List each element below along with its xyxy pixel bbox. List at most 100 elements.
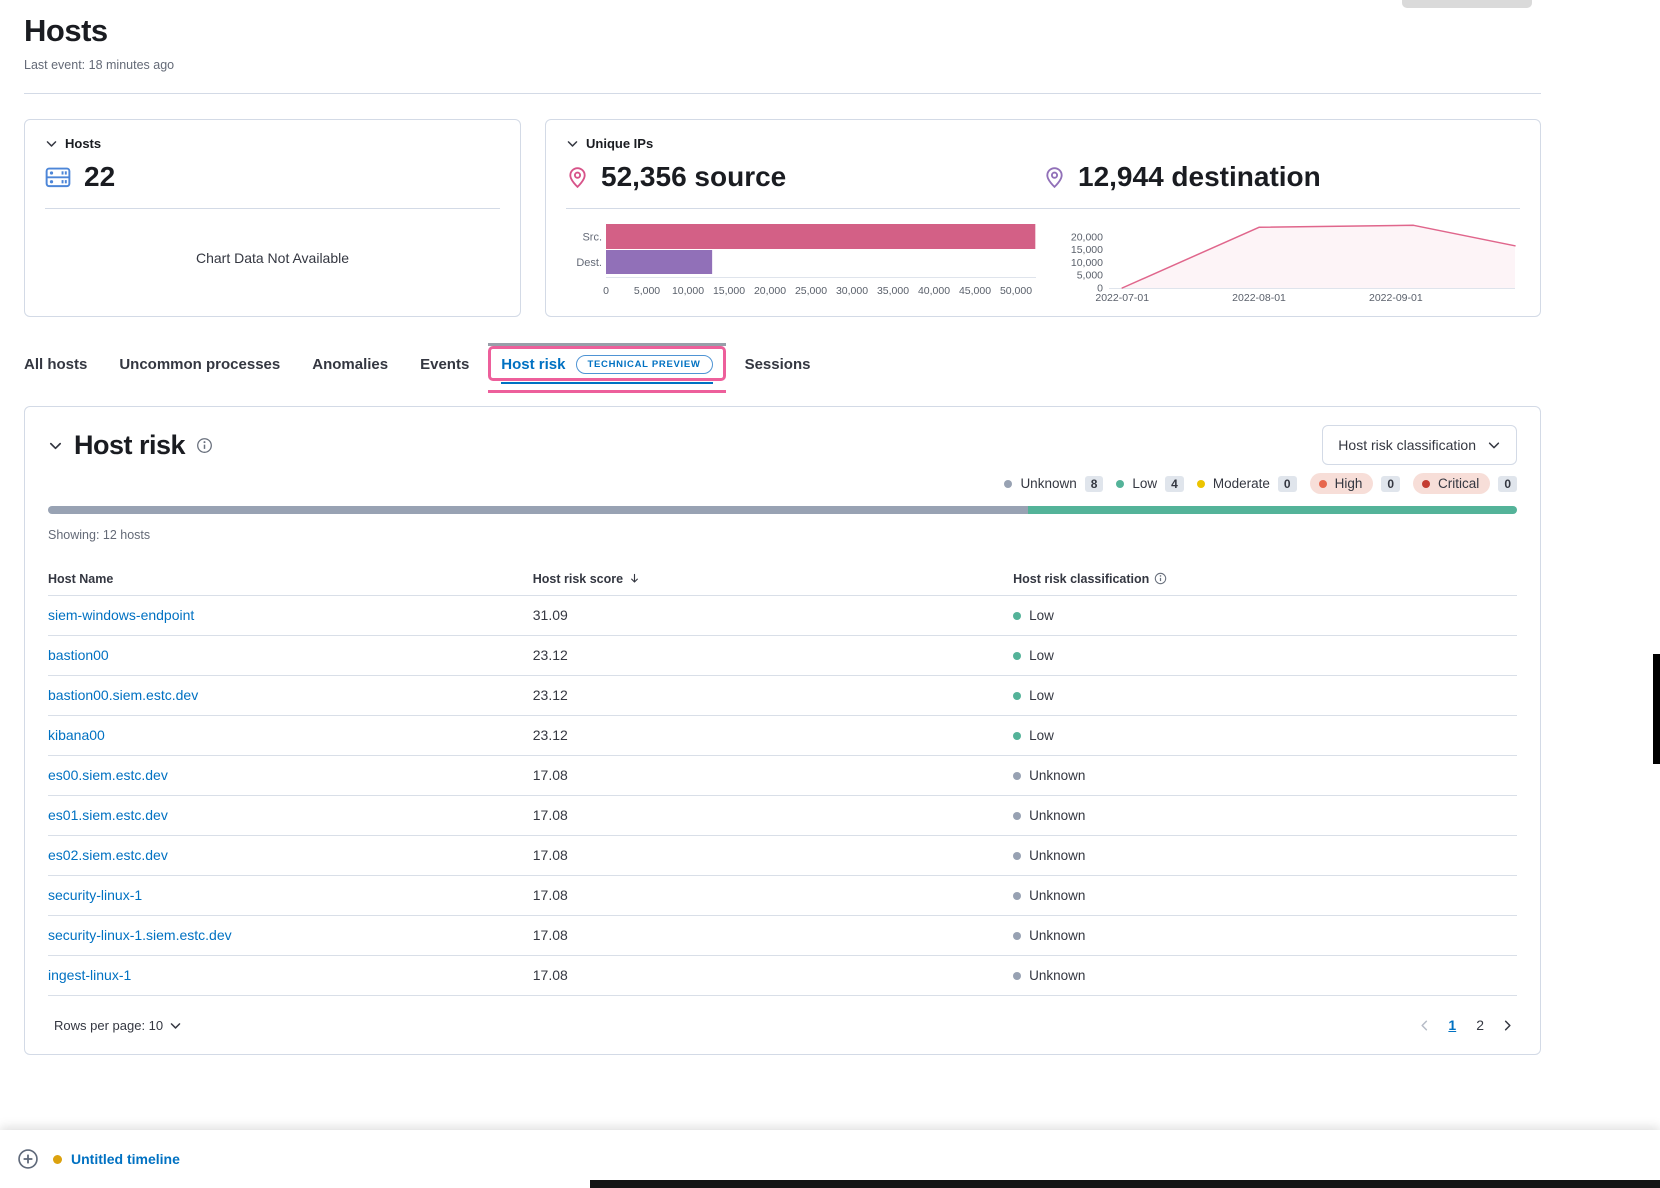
host-link[interactable]: ingest-linux-1 (48, 967, 131, 983)
risk-dot (1013, 732, 1021, 740)
timeline-title[interactable]: Untitled timeline (71, 1151, 180, 1167)
previous-page-icon[interactable] (1415, 1016, 1434, 1035)
legend-critical[interactable]: Critical0 (1413, 473, 1517, 494)
tab-uncommon-processes[interactable]: Uncommon processes (119, 356, 280, 373)
hosts-count-line: 22 (45, 161, 500, 193)
source-ips-count: 52,356 source (601, 161, 786, 193)
kpi-row: Hosts 22 Chart (24, 119, 1541, 317)
svg-text:0: 0 (603, 285, 609, 297)
svg-text:2022-09-01: 2022-09-01 (1369, 292, 1423, 304)
column-host-risk-classification: Host risk classification (1013, 572, 1517, 586)
risk-dot (1004, 480, 1012, 488)
unique-ips-kpi-card: Unique IPs 52,356 source (545, 119, 1541, 317)
table-row: bastion00.siem.estc.dev23.12Low (48, 676, 1517, 716)
hosts-page: Hosts Last event: 18 minutes ago Hosts (24, 0, 1541, 1055)
column-host-risk-score[interactable]: Host risk score (533, 572, 1013, 586)
risk-dot (1116, 480, 1124, 488)
map-pin-destination-icon (1043, 166, 1066, 189)
table-row: es00.siem.estc.dev 17.08 Unknown (48, 756, 1517, 796)
host-link[interactable]: es02.siem.estc.dev (48, 847, 168, 863)
rows-per-page-button[interactable]: Rows per page: 10 (48, 1017, 188, 1034)
risk-dot (1013, 692, 1021, 700)
svg-text:5,000: 5,000 (634, 285, 660, 297)
chevron-down-icon (169, 1019, 182, 1032)
host-risk-score: 23.12 (533, 687, 568, 703)
legend-low[interactable]: Low4 (1116, 476, 1183, 492)
host-risk-classification-button[interactable]: Host risk classification (1322, 425, 1517, 465)
risk-dot (1013, 772, 1021, 780)
legend-count-badge: 0 (1278, 476, 1297, 492)
legend-unknown[interactable]: Unknown8 (1004, 476, 1103, 492)
tab-sessions[interactable]: Sessions (745, 356, 811, 373)
add-timeline-icon[interactable] (17, 1148, 39, 1170)
unique-ips-card-header: Unique IPs (566, 136, 1520, 151)
host-risk-classification: Unknown (1013, 808, 1517, 823)
host-link[interactable]: security-linux-1.siem.estc.dev (48, 927, 232, 943)
chevron-down-icon[interactable] (48, 438, 63, 453)
page-button-1[interactable]: 1 (1442, 1015, 1462, 1035)
scrollbar-thumb[interactable] (1653, 654, 1660, 764)
tab-events[interactable]: Events (420, 356, 469, 373)
table-row: ingest-linux-117.08Unknown (48, 956, 1517, 996)
chevron-down-icon[interactable] (566, 137, 579, 150)
risk-dot (1319, 480, 1327, 488)
tab-host-risk[interactable]: Host riskTECHNICAL PREVIEW (501, 355, 712, 374)
unique-ips-kpis: 52,356 source 12,944 destination (566, 161, 1520, 193)
host-link[interactable]: siem-windows-endpoint (48, 607, 194, 623)
risk-dot (1013, 932, 1021, 940)
unique-ips-area-chart: 05,00010,00015,00020,0002022-07-012022-0… (1043, 218, 1520, 306)
info-icon[interactable] (1154, 572, 1167, 585)
host-link[interactable]: bastion00.siem.estc.dev (48, 687, 198, 703)
chevron-down-icon[interactable] (45, 137, 58, 150)
host-link[interactable]: security-linux-1 (48, 887, 142, 903)
host-risk-title-group: Host risk (48, 430, 213, 461)
legend-moderate[interactable]: Moderate0 (1197, 476, 1297, 492)
window-edge-artifact (1402, 0, 1532, 8)
tab-all-hosts[interactable]: All hosts (24, 356, 87, 373)
host-link[interactable]: es01.siem.estc.dev (48, 807, 168, 823)
host-risk-classification: Low (1013, 728, 1517, 743)
svg-text:30,000: 30,000 (836, 285, 868, 297)
host-risk-score: 31.09 (533, 607, 568, 623)
page-title: Hosts (24, 13, 1541, 49)
page-button-2[interactable]: 2 (1470, 1015, 1490, 1035)
svg-text:Src.: Src. (582, 232, 602, 244)
tab-label: All hosts (24, 356, 87, 373)
next-page-icon[interactable] (1498, 1016, 1517, 1035)
svg-text:45,000: 45,000 (959, 285, 991, 297)
risk-dot (1013, 892, 1021, 900)
sort-desc-icon[interactable] (628, 572, 641, 585)
host-risk-score: 17.08 (533, 967, 568, 983)
tab-anomalies[interactable]: Anomalies (312, 356, 388, 373)
host-link[interactable]: kibana00 (48, 727, 105, 743)
host-risk-score: 17.08 (533, 847, 568, 863)
host-risk-classification: Unknown (1013, 928, 1517, 943)
risk-bar-segment-unknown (48, 506, 1028, 514)
tab-label: Sessions (745, 356, 811, 373)
hosts-card-header: Hosts (45, 136, 500, 151)
table-row: security-linux-117.08Unknown (48, 876, 1517, 916)
legend-high[interactable]: High0 (1310, 473, 1400, 494)
svg-text:20,000: 20,000 (754, 285, 786, 297)
host-risk-classification: Unknown (1013, 848, 1517, 863)
risk-dot (1422, 480, 1430, 488)
table-row: kibana0023.12Low (48, 716, 1517, 756)
risk-dot (1013, 972, 1021, 980)
host-risk-classification: Unknown (1013, 768, 1517, 783)
classification-button-label: Host risk classification (1338, 437, 1476, 453)
hosts-count: 22 (84, 161, 115, 193)
svg-text:2022-07-01: 2022-07-01 (1095, 292, 1149, 304)
risk-distribution-bar (48, 506, 1517, 514)
timeline-status-dot (53, 1155, 62, 1164)
info-icon[interactable] (196, 437, 213, 454)
host-link[interactable]: es00.siem.estc.dev (48, 767, 168, 783)
svg-text:35,000: 35,000 (877, 285, 909, 297)
svg-text:15,000: 15,000 (713, 285, 745, 297)
host-link[interactable]: bastion00 (48, 647, 109, 663)
host-risk-score: 17.08 (533, 767, 568, 783)
svg-text:25,000: 25,000 (795, 285, 827, 297)
risk-dot (1013, 852, 1021, 860)
timeline-flyout-toggle[interactable]: Untitled timeline (53, 1151, 180, 1167)
header-divider (24, 93, 1541, 94)
svg-text:10,000: 10,000 (1071, 257, 1103, 269)
